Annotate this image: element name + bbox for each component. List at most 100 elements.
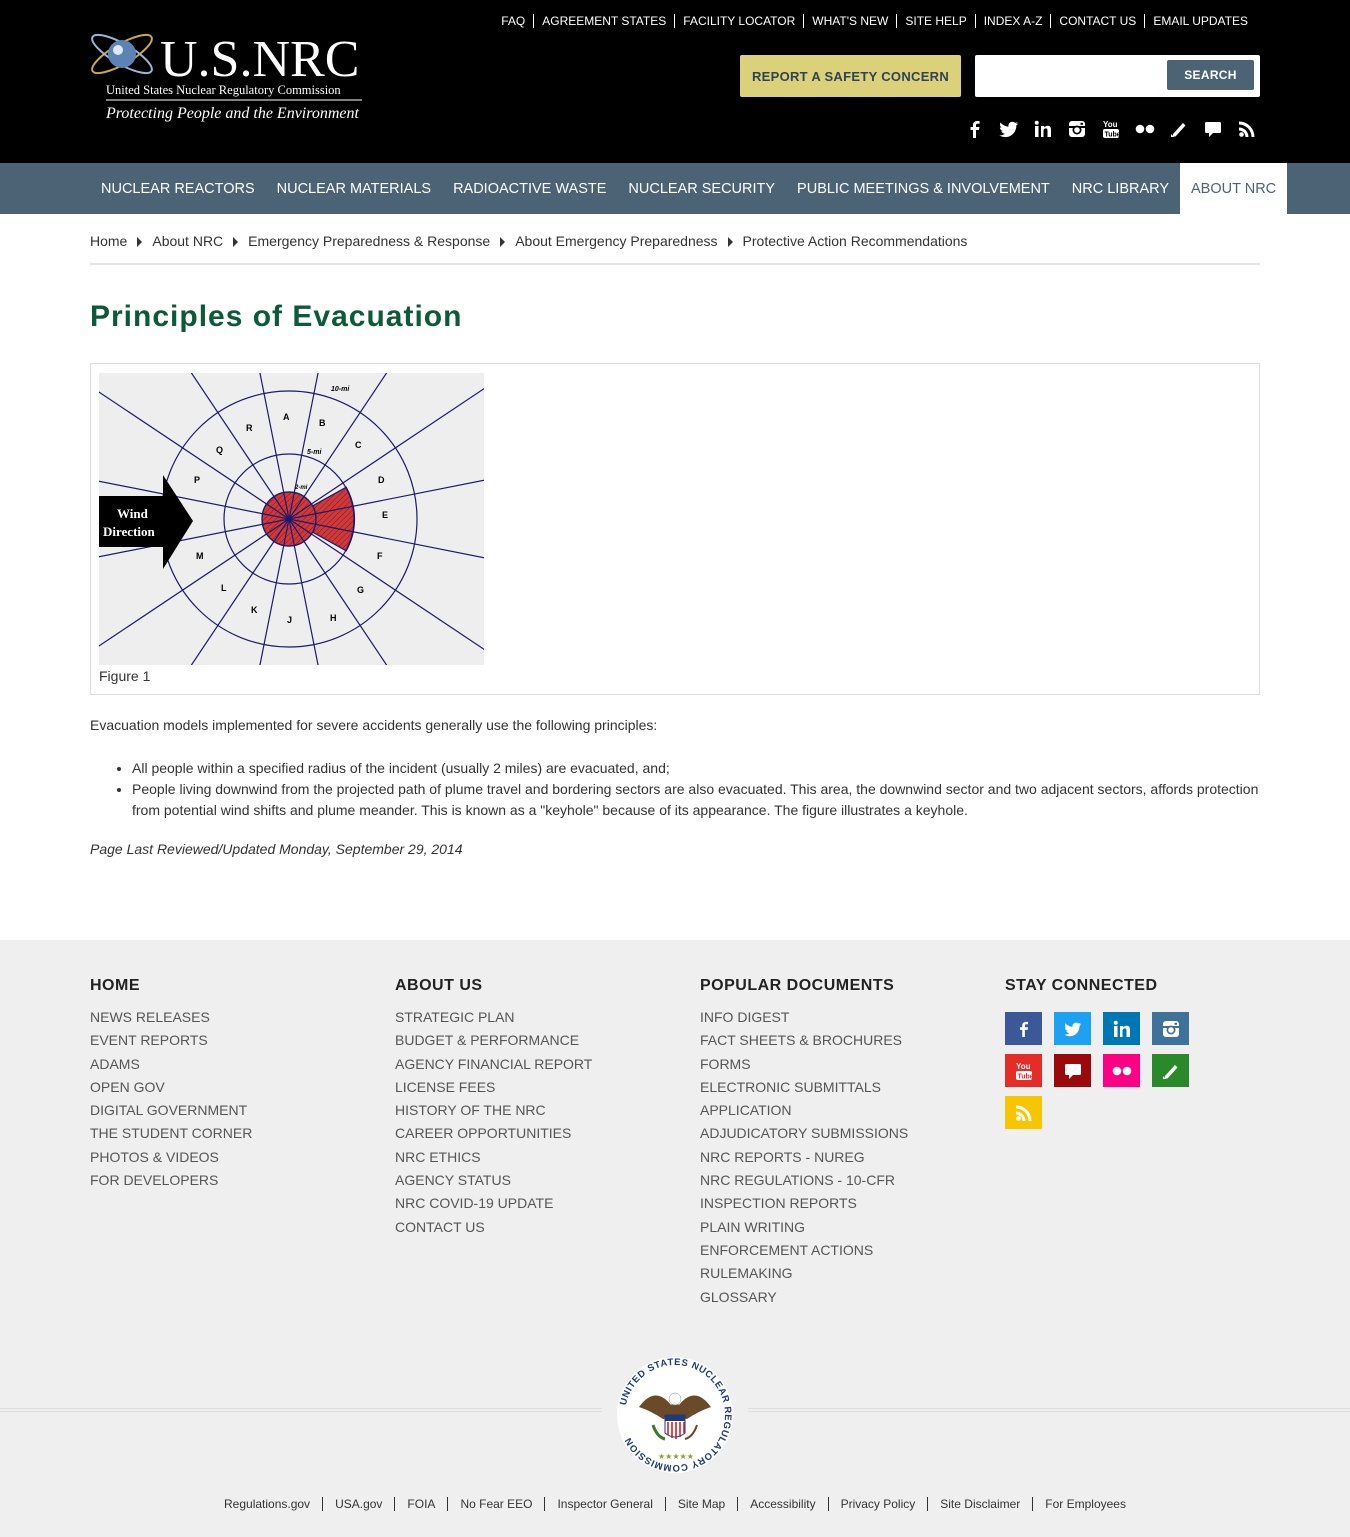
- youtube-icon[interactable]: You Tube: [1094, 116, 1128, 142]
- nav-item-nuclear-reactors[interactable]: NUCLEAR REACTORS: [90, 163, 266, 214]
- report-safety-concern-button[interactable]: REPORT A SAFETY CONCERN: [740, 55, 961, 97]
- utility-link-index[interactable]: INDEX A-Z: [974, 14, 1051, 28]
- footer-link[interactable]: ELECTRONIC SUBMITTALS: [700, 1076, 908, 1099]
- facebook-icon[interactable]: [958, 116, 992, 142]
- footer-link[interactable]: FOR DEVELOPERS: [90, 1169, 252, 1192]
- search-button[interactable]: SEARCH: [1167, 60, 1254, 90]
- twitter-icon[interactable]: [992, 116, 1026, 142]
- footer-link[interactable]: NRC REPORTS - NUREG: [700, 1146, 908, 1169]
- nav-item-nuclear-materials[interactable]: NUCLEAR MATERIALS: [266, 163, 442, 214]
- main-nav: NUCLEAR REACTORS NUCLEAR MATERIALS RADIO…: [0, 163, 1350, 214]
- footer-link[interactable]: FORMS: [700, 1053, 908, 1076]
- utility-link-agreement-states[interactable]: AGREEMENT STATES: [533, 14, 674, 28]
- instagram-icon[interactable]: [1060, 116, 1094, 142]
- footer-link[interactable]: APPLICATION: [700, 1099, 908, 1122]
- bottom-link-site-map[interactable]: Site Map: [664, 1497, 737, 1511]
- facebook-icon[interactable]: [1005, 1012, 1042, 1045]
- footer-link[interactable]: AGENCY STATUS: [395, 1169, 592, 1192]
- footer-heading-popular: POPULAR DOCUMENTS: [700, 977, 895, 994]
- breadcrumb-home[interactable]: Home: [90, 233, 127, 249]
- footer-col-about: ABOUT US STRATEGIC PLAN BUDGET & PERFORM…: [395, 977, 592, 1239]
- bottom-link-no-fear[interactable]: No Fear EEO: [447, 1497, 544, 1511]
- bottom-link-usa-gov[interactable]: USA.gov: [322, 1497, 394, 1511]
- flickr-icon[interactable]: [1128, 116, 1162, 142]
- breadcrumb-about-emergency-preparedness[interactable]: About Emergency Preparedness: [515, 233, 717, 249]
- nav-item-nuclear-security[interactable]: NUCLEAR SECURITY: [617, 163, 786, 214]
- footer-link[interactable]: FACT SHEETS & BROCHURES: [700, 1029, 908, 1052]
- footer-link[interactable]: AGENCY FINANCIAL REPORT: [395, 1053, 592, 1076]
- breadcrumb-protective-action[interactable]: Protective Action Recommendations: [743, 233, 968, 249]
- blog-icon[interactable]: [1152, 1054, 1189, 1087]
- footer-link[interactable]: ENFORCEMENT ACTIONS: [700, 1239, 908, 1262]
- utility-link-faq[interactable]: FAQ: [493, 14, 533, 28]
- bottom-link-employees[interactable]: For Employees: [1032, 1497, 1138, 1511]
- rss-icon[interactable]: [1230, 116, 1264, 142]
- sector-label-g: G: [357, 585, 364, 595]
- rss-icon[interactable]: [1005, 1096, 1042, 1129]
- bottom-link-inspector-general[interactable]: Inspector General: [544, 1497, 664, 1511]
- footer-link[interactable]: PHOTOS & VIDEOS: [90, 1146, 252, 1169]
- footer-link[interactable]: NRC ETHICS: [395, 1146, 592, 1169]
- sector-label-q: Q: [216, 445, 223, 455]
- footer-link[interactable]: NRC REGULATIONS - 10-CFR: [700, 1169, 908, 1192]
- footer-link[interactable]: THE STUDENT CORNER: [90, 1122, 252, 1145]
- nav-item-about-nrc[interactable]: ABOUT NRC: [1180, 163, 1288, 214]
- ring-label-5mi: 5-mi: [307, 449, 322, 456]
- search-input[interactable]: [981, 61, 1166, 91]
- footer-heading-home[interactable]: HOME: [90, 977, 252, 995]
- linkedin-icon[interactable]: [1103, 1012, 1140, 1045]
- svg-text:Tube: Tube: [1017, 1073, 1033, 1080]
- footer-link[interactable]: INSPECTION REPORTS: [700, 1192, 908, 1215]
- flickr-icon[interactable]: [1103, 1054, 1140, 1087]
- utility-link-site-help[interactable]: SITE HELP: [896, 14, 974, 28]
- footer-link[interactable]: OPEN GOV: [90, 1076, 252, 1099]
- utility-link-email-updates[interactable]: EMAIL UPDATES: [1144, 14, 1256, 28]
- twitter-icon[interactable]: [1054, 1012, 1091, 1045]
- nav-item-public-meetings[interactable]: PUBLIC MEETINGS & INVOLVEMENT: [786, 163, 1061, 214]
- comment-icon[interactable]: [1054, 1054, 1091, 1087]
- footer-link[interactable]: RULEMAKING: [700, 1262, 908, 1285]
- footer-heading-about[interactable]: ABOUT US: [395, 977, 592, 995]
- footer-link[interactable]: LICENSE FEES: [395, 1076, 592, 1099]
- footer-link[interactable]: ADAMS: [90, 1053, 252, 1076]
- footer-link[interactable]: INFO DIGEST: [700, 1006, 908, 1029]
- breadcrumb-arrow-icon: [137, 237, 143, 247]
- footer-link[interactable]: EVENT REPORTS: [90, 1029, 252, 1052]
- utility-link-whats-new[interactable]: WHAT'S NEW: [803, 14, 896, 28]
- search-box: SEARCH: [975, 55, 1260, 97]
- bottom-link-foia[interactable]: FOIA: [394, 1497, 447, 1511]
- breadcrumb-about-nrc[interactable]: About NRC: [152, 233, 223, 249]
- nav-item-radioactive-waste[interactable]: RADIOACTIVE WASTE: [442, 163, 617, 214]
- blog-icon[interactable]: [1162, 116, 1196, 142]
- footer-link[interactable]: NEWS RELEASES: [90, 1006, 252, 1029]
- footer-link[interactable]: CAREER OPPORTUNITIES: [395, 1122, 592, 1145]
- footer-link[interactable]: ADJUDICATORY SUBMISSIONS: [700, 1122, 908, 1145]
- comment-icon[interactable]: [1196, 116, 1230, 142]
- svg-text:★★★★★: ★★★★★: [658, 1452, 694, 1461]
- nav-item-nrc-library[interactable]: NRC LIBRARY: [1061, 163, 1180, 214]
- instagram-icon[interactable]: [1152, 1012, 1189, 1045]
- footer-link[interactable]: DIGITAL GOVERNMENT: [90, 1099, 252, 1122]
- logo-title: U.S.NRC: [160, 31, 359, 88]
- footer-link[interactable]: CONTACT US: [395, 1216, 592, 1239]
- footer-link[interactable]: BUDGET & PERFORMANCE: [395, 1029, 592, 1052]
- utility-link-facility-locator[interactable]: FACILITY LOCATOR: [674, 14, 803, 28]
- footer-link[interactable]: HISTORY OF THE NRC: [395, 1099, 592, 1122]
- sector-label-b: B: [319, 418, 326, 428]
- sector-label-d: D: [378, 475, 385, 485]
- youtube-icon[interactable]: You Tube: [1005, 1054, 1042, 1087]
- bottom-link-disclaimer[interactable]: Site Disclaimer: [927, 1497, 1032, 1511]
- ring-label-2mi: 2-mi: [294, 485, 308, 491]
- breadcrumb-emergency-preparedness[interactable]: Emergency Preparedness & Response: [248, 233, 490, 249]
- linkedin-icon[interactable]: [1026, 116, 1060, 142]
- footer-link[interactable]: GLOSSARY: [700, 1286, 908, 1309]
- footer-link[interactable]: PLAIN WRITING: [700, 1216, 908, 1239]
- nrc-logo[interactable]: U.S.NRC United States Nuclear Regulatory…: [88, 18, 368, 126]
- bottom-link-accessibility[interactable]: Accessibility: [737, 1497, 827, 1511]
- bottom-link-regulations[interactable]: Regulations.gov: [212, 1497, 322, 1511]
- bottom-link-privacy[interactable]: Privacy Policy: [827, 1497, 928, 1511]
- utility-link-contact-us[interactable]: CONTACT US: [1050, 14, 1144, 28]
- footer-link[interactable]: NRC COVID-19 UPDATE: [395, 1192, 592, 1215]
- sector-label-p: P: [194, 475, 200, 485]
- footer-link[interactable]: STRATEGIC PLAN: [395, 1006, 592, 1029]
